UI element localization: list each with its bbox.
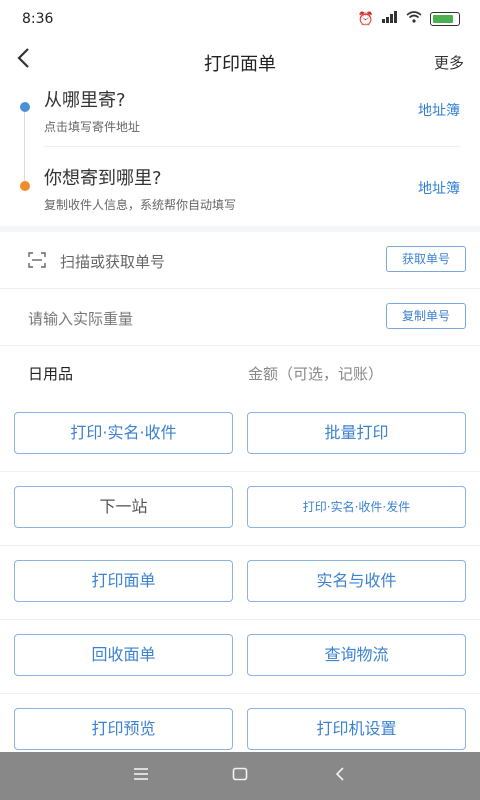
address-card: 从哪里寄? 点击填写寄件地址 地址簿 你想寄到哪里? 复制收件人信息，系统帮你自… [0,84,480,226]
scan-icon[interactable] [28,252,46,268]
sender-hint: 点击填写寄件地址 [44,120,141,134]
home-icon[interactable] [232,766,248,785]
batch-print-button[interactable]: 批量打印 [247,412,466,454]
sender-address-row[interactable]: 从哪里寄? 点击填写寄件地址 地址簿 [44,86,460,135]
more-button[interactable]: 更多 [434,52,464,73]
next-station-button[interactable]: 下一站 [14,486,233,528]
battery-icon [430,12,460,26]
scan-label: 扫描或获取单号 [60,253,166,271]
receiver-title: 你想寄到哪里? [44,168,162,189]
print-waybill-button[interactable]: 打印面单 [14,560,233,602]
receiver-address-row[interactable]: 你想寄到哪里? 复制收件人信息，系统帮你自动填写 地址簿 [44,164,460,213]
action-row: 下一站 打印·实名·收件·发件 [0,472,480,546]
menu-icon[interactable] [133,766,149,785]
receiver-address-book-link[interactable]: 地址簿 [418,178,460,198]
scan-row[interactable]: 扫描或获取单号 获取单号 [0,232,480,289]
amount-input[interactable]: 金额（可选，记账） [248,363,383,384]
print-preview-button[interactable]: 打印预览 [14,708,233,750]
print-realname-receive-button[interactable]: 打印·实名·收件 [14,412,233,454]
weight-row: 请输入实际重量 复制单号 [0,289,480,346]
printer-settings-button[interactable]: 打印机设置 [247,708,466,750]
sender-address-book-link[interactable]: 地址簿 [418,100,460,120]
get-tracking-number-button[interactable]: 获取单号 [386,246,466,272]
nav-bar: 打印面单 更多 [0,40,480,84]
alarm-icon: ⏰ [357,11,374,27]
copy-tracking-number-button[interactable]: 复制单号 [386,303,466,329]
status-icons: ⏰ [358,11,460,27]
page-title: 打印面单 [204,54,276,75]
sender-dot [20,102,30,112]
action-row: 回收面单 查询物流 [0,620,480,694]
print-realname-receive-send-button[interactable]: 打印·实名·收件·发件 [247,486,466,528]
receiver-hint: 复制收件人信息，系统帮你自动填写 [44,198,237,212]
track-logistics-button[interactable]: 查询物流 [247,634,466,676]
address-divider [44,146,460,147]
receiver-dot [20,181,30,191]
system-nav-bar [0,752,480,800]
back-icon[interactable] [335,766,345,785]
action-row: 打印面单 实名与收件 [0,546,480,620]
action-row: 打印·实名·收件 批量打印 [0,398,480,472]
goods-row: 日用品 金额（可选，记账） [0,346,480,398]
timeline-line [24,106,25,188]
weight-input[interactable]: 请输入实际重量 [28,308,133,329]
wifi-icon [406,11,422,27]
status-time: 8:36 [22,11,54,27]
sender-title: 从哪里寄? [44,90,126,111]
signal-icon [382,11,398,27]
realname-and-receive-button[interactable]: 实名与收件 [247,560,466,602]
recycle-waybill-button[interactable]: 回收面单 [14,634,233,676]
goods-type[interactable]: 日用品 [28,363,73,384]
status-bar: 8:36 ⏰ [0,0,480,40]
